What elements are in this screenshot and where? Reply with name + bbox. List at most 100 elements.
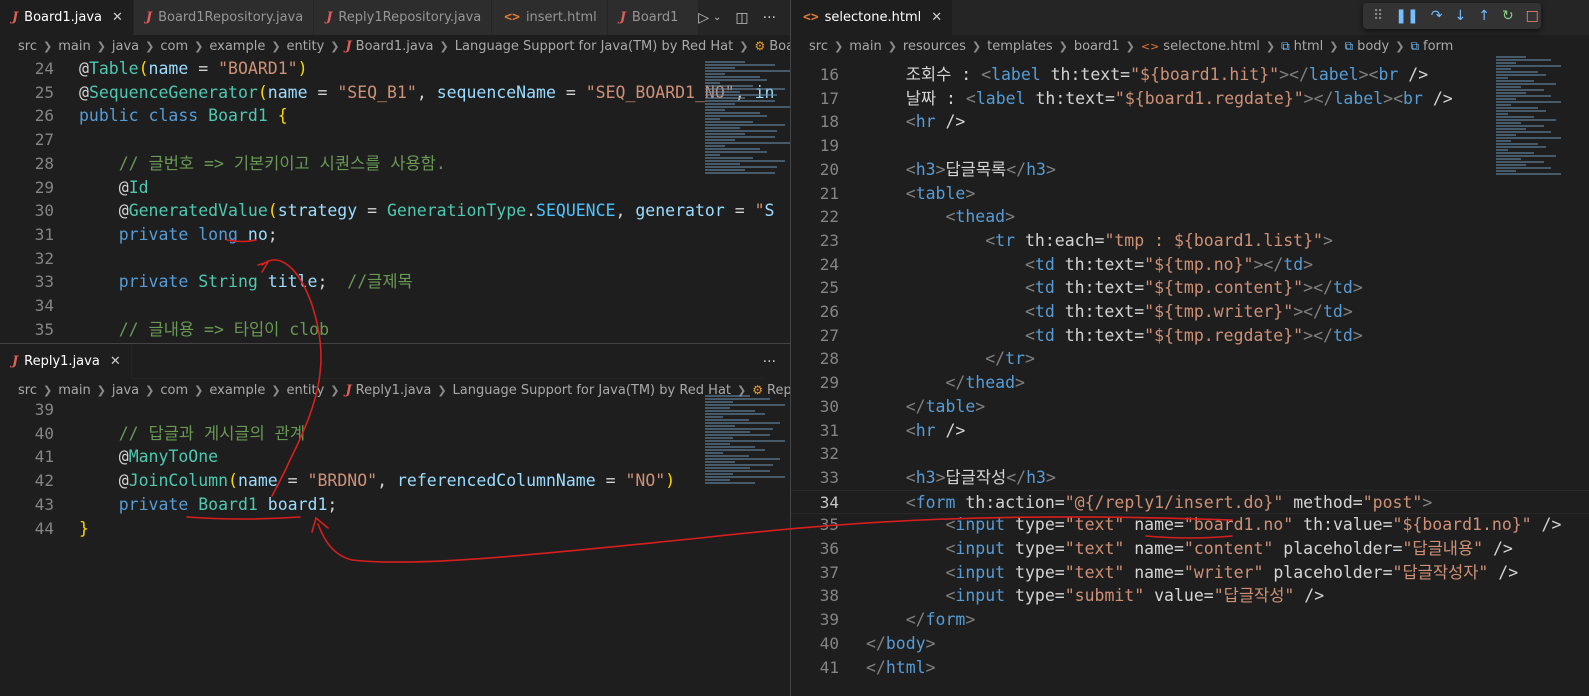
- breadcrumb-item[interactable]: com: [160, 39, 188, 54]
- stop-icon[interactable]: □: [1526, 8, 1539, 24]
- code-line[interactable]: 38 <input type="submit" value="답글작성" />: [791, 584, 1589, 608]
- code-line[interactable]: 16 조회수 : <label th:text="${board1.hit}">…: [791, 63, 1589, 87]
- close-icon[interactable]: ✕: [110, 354, 121, 369]
- line-number: 37: [819, 562, 839, 582]
- code-line[interactable]: 30 </table>: [791, 395, 1589, 419]
- code-line[interactable]: 27 <td th:text="${tmp.regdate}"></td>: [791, 324, 1589, 348]
- code-line[interactable]: 31 <hr />: [791, 419, 1589, 443]
- breadcrumb-item[interactable]: java: [112, 39, 139, 54]
- breadcrumb-item[interactable]: Board1: [769, 39, 790, 54]
- minimap[interactable]: [705, 394, 790, 485]
- code-line[interactable]: 17 날짜 : <label th:text="${board1.regdate…: [791, 87, 1589, 111]
- breadcrumb-item[interactable]: Board1.java: [356, 39, 434, 54]
- breadcrumb-item[interactable]: entity: [287, 383, 325, 398]
- code-line[interactable]: 30 @GeneratedValue(strategy = Generation…: [0, 199, 790, 223]
- step-over-icon[interactable]: ↷: [1431, 8, 1443, 24]
- code-area[interactable]: 16 조회수 : <label th:text="${board1.hit}">…: [791, 63, 1589, 696]
- code-line[interactable]: 25 <td th:text="${tmp.content}"></td>: [791, 276, 1589, 300]
- tab-insert-html[interactable]: <> insert.html: [492, 0, 608, 35]
- code-line[interactable]: 25 @SequenceGenerator(name = "SEQ_B1", se…: [0, 81, 790, 105]
- breadcrumb-item[interactable]: main: [58, 39, 90, 54]
- code-area[interactable]: 24 @Table(name = "BOARD1") 25 @SequenceGene…: [0, 57, 790, 343]
- breadcrumb-item[interactable]: src: [18, 383, 37, 398]
- chevron-down-icon[interactable]: ⌄: [713, 12, 721, 23]
- close-icon[interactable]: ✕: [112, 10, 123, 25]
- breadcrumb-item[interactable]: example: [209, 383, 265, 398]
- code-line[interactable]: 35 <input type="text" name="board1.no" t…: [791, 513, 1589, 537]
- step-into-icon[interactable]: ↓: [1454, 8, 1466, 24]
- code-line[interactable]: 24 <td th:text="${tmp.no}"></td>: [791, 253, 1589, 277]
- code-line[interactable]: 28 // 글번호 => 기본키이고 시퀀스를 사용함.: [0, 152, 790, 176]
- tab-reply1-java[interactable]: J Reply1.java ✕: [0, 344, 132, 379]
- breadcrumb-item[interactable]: com: [160, 383, 188, 398]
- code-line[interactable]: 39: [0, 398, 790, 422]
- code-line[interactable]: 23 <tr th:each="tmp : ${board1.list}">: [791, 229, 1589, 253]
- line-number: 43: [34, 494, 54, 514]
- code-line[interactable]: 35 // 글내용 => 타입이 clob: [0, 318, 790, 342]
- code-line[interactable]: 36 <input type="text" name="content" pla…: [791, 537, 1589, 561]
- code-line[interactable]: 41 @ManyToOne: [0, 445, 790, 469]
- code-line[interactable]: 32: [791, 442, 1589, 466]
- breadcrumb-item[interactable]: src: [18, 39, 37, 54]
- tab-reply1repository-java[interactable]: J Reply1Repository.java: [314, 0, 493, 35]
- close-icon[interactable]: ✕: [931, 10, 942, 25]
- minimap[interactable]: [705, 60, 790, 175]
- breadcrumb-item[interactable]: Reply1.java: [356, 383, 432, 398]
- more-actions-icon[interactable]: ···: [763, 354, 776, 370]
- pause-icon[interactable]: ❚❚: [1395, 8, 1418, 24]
- code-line[interactable]: 24 @Table(name = "BOARD1"): [0, 57, 790, 81]
- tab-board1-java[interactable]: J Board1.java ✕: [0, 0, 134, 35]
- tab-selectone-html[interactable]: <> selectone.html ✕: [791, 0, 954, 35]
- minimap-line: [705, 470, 770, 472]
- code-line[interactable]: 40 </body>: [791, 632, 1589, 656]
- code-line[interactable]: 22 <thead>: [791, 205, 1589, 229]
- tab-board1repository-java[interactable]: J Board1Repository.java: [133, 0, 315, 35]
- code-line[interactable]: 37 <input type="text" name="writer" plac…: [791, 561, 1589, 585]
- tab-label: insert.html: [525, 10, 597, 25]
- code-line[interactable]: 20 <h3>답글목록</h3>: [791, 158, 1589, 182]
- run-icon[interactable]: ▷: [698, 10, 709, 26]
- code-line[interactable]: 26 public class Board1 {: [0, 104, 790, 128]
- code-line[interactable]: 26 <td th:text="${tmp.writer}"></td>: [791, 300, 1589, 324]
- more-actions-icon[interactable]: ···: [763, 10, 776, 26]
- code-line[interactable]: 18 <hr />: [791, 110, 1589, 134]
- code-line[interactable]: 21 <table>: [791, 182, 1589, 206]
- code-line[interactable]: 19: [791, 134, 1589, 158]
- breadcrumb-item[interactable]: example: [209, 39, 265, 54]
- code-line[interactable]: 39 </form>: [791, 608, 1589, 632]
- code-text: </table>: [905, 396, 986, 416]
- drag-handle-icon[interactable]: ⠿: [1373, 8, 1383, 24]
- code-line[interactable]: 44}: [0, 517, 790, 541]
- minimap-line: [705, 172, 775, 174]
- code-area[interactable]: 39 40 // 답글과 게시글의 관계 41 @ManyToOne 42 @Join…: [0, 398, 790, 696]
- vertical-split[interactable]: [790, 0, 791, 696]
- breadcrumb-item[interactable]: Language Support for Java(TM) by Red Hat: [453, 383, 731, 398]
- minimap[interactable]: [1496, 55, 1586, 176]
- breadcrumb-item[interactable]: Language Support for Java(TM) by Red Hat: [455, 39, 733, 54]
- restart-icon[interactable]: ↻: [1502, 8, 1514, 24]
- breadcrumb-item[interactable]: entity: [287, 39, 325, 54]
- split-editor-icon[interactable]: ◫: [735, 10, 748, 26]
- minimap-line: [1496, 161, 1544, 163]
- minimap-line: [1496, 131, 1551, 133]
- code-line[interactable]: 29 @Id: [0, 176, 790, 200]
- code-line[interactable]: 40 // 답글과 게시글의 관계: [0, 422, 790, 446]
- code-line[interactable]: 33 <h3>답글작성</h3>: [791, 466, 1589, 490]
- code-line[interactable]: 42 @JoinColumn(name = "BRDNO", reference…: [0, 469, 790, 493]
- code-line[interactable]: 34 <form th:action="@{/reply1/insert.do}…: [791, 489, 1589, 514]
- breadcrumb-item[interactable]: main: [58, 383, 90, 398]
- code-line[interactable]: 34: [0, 294, 790, 318]
- minimap-line: [705, 413, 765, 415]
- code-line[interactable]: 31 private long no;: [0, 223, 790, 247]
- step-out-icon[interactable]: ↑: [1478, 8, 1490, 24]
- code-line[interactable]: 32: [0, 247, 790, 271]
- code-line[interactable]: 41 </html>: [791, 656, 1589, 680]
- code-line[interactable]: 43 private Board1 board1;: [0, 493, 790, 517]
- html-file-icon: <>: [803, 10, 819, 25]
- horizontal-split[interactable]: [0, 343, 790, 344]
- code-line[interactable]: 29 </thead>: [791, 371, 1589, 395]
- code-line[interactable]: 28 </tr>: [791, 347, 1589, 371]
- code-line[interactable]: 27: [0, 128, 790, 152]
- code-line[interactable]: 33 private String title; //글제목: [0, 270, 790, 294]
- breadcrumb-item[interactable]: java: [112, 383, 139, 398]
